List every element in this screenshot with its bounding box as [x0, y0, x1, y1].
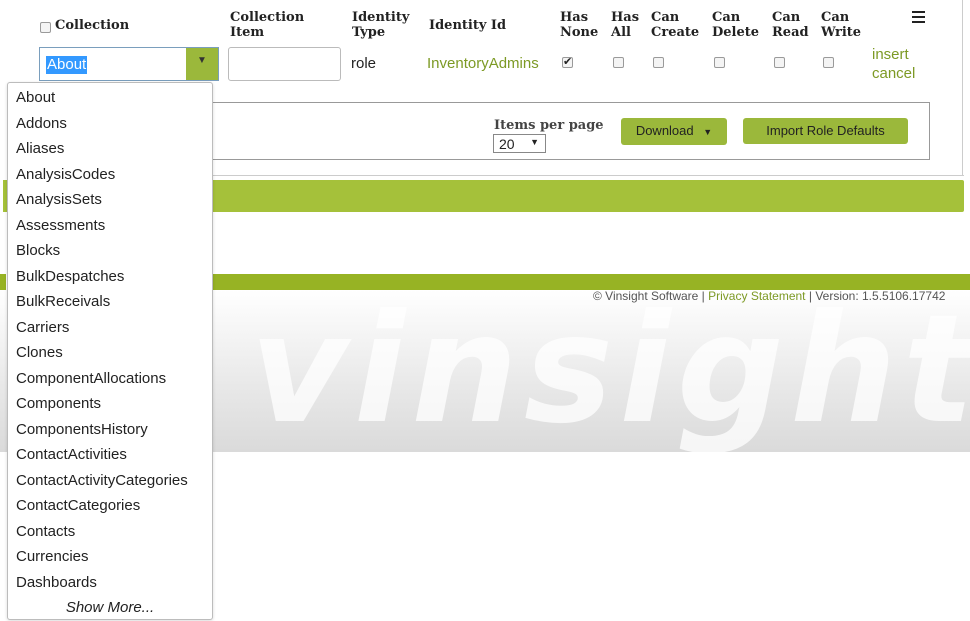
dropdown-item[interactable]: Dashboards — [16, 574, 97, 592]
can-read-checkbox[interactable] — [774, 57, 785, 68]
dropdown-item[interactable]: Clones — [16, 344, 63, 362]
header-has-all: Has All — [611, 10, 640, 40]
dropdown-item[interactable]: Contacts — [16, 523, 75, 541]
collection-combobox-value[interactable]: About — [46, 56, 88, 74]
dropdown-item[interactable]: ComponentAllocations — [16, 370, 166, 388]
caret-down-icon: ▼ — [197, 55, 207, 66]
header-can-create: Can Create — [651, 10, 700, 40]
collection-dropdown-list: About Addons Aliases AnalysisCodes Analy… — [7, 82, 213, 620]
collection-dropdown-button[interactable]: ▼ — [186, 48, 218, 80]
dropdown-item[interactable]: Blocks — [16, 242, 60, 260]
can-write-checkbox[interactable] — [823, 57, 834, 68]
grid-border-right — [962, 0, 963, 176]
privacy-statement-link[interactable]: Privacy Statement — [708, 289, 805, 303]
items-per-page-label: Items per page — [494, 118, 604, 133]
header-identity-id: Identity Id — [429, 18, 507, 33]
dropdown-item[interactable]: ContactActivityCategories — [16, 472, 188, 490]
caret-down-icon: ▼ — [530, 137, 539, 147]
can-create-checkbox[interactable] — [653, 57, 664, 68]
footer-band-left — [0, 274, 6, 290]
header-can-delete: Can Delete — [712, 10, 760, 40]
dropdown-item[interactable]: Assessments — [16, 217, 105, 235]
dropdown-item[interactable]: Components — [16, 395, 101, 413]
footer-separator: | — [805, 289, 816, 303]
collection-item-input[interactable] — [228, 47, 341, 81]
header-collection-item: Collection Item — [230, 10, 305, 40]
dropdown-item[interactable]: Currencies — [16, 548, 89, 566]
can-delete-checkbox[interactable] — [714, 57, 725, 68]
dropdown-item[interactable]: About — [16, 89, 55, 107]
footer-text: © Vinsight Software | Privacy Statement … — [593, 289, 945, 303]
insert-link[interactable]: insert — [872, 46, 909, 63]
dropdown-item[interactable]: AnalysisCodes — [16, 166, 115, 184]
items-per-page-value: 20 — [499, 136, 515, 152]
header-identity-type: Identity Type — [352, 10, 410, 40]
select-all-checkbox[interactable] — [40, 22, 51, 33]
header-has-none: Has None — [560, 10, 599, 40]
grid-border-bottom — [212, 175, 964, 176]
dropdown-item[interactable]: Carriers — [16, 319, 69, 337]
identity-type-value: role — [351, 55, 377, 72]
show-more-link[interactable]: Show More... — [8, 599, 212, 616]
download-button-label: Download — [635, 123, 694, 138]
copyright-text: © Vinsight Software — [593, 289, 699, 303]
grid-footer-bar — [212, 180, 964, 212]
dropdown-item[interactable]: ComponentsHistory — [16, 421, 148, 439]
header-collection: Collection — [55, 18, 130, 33]
hamburger-menu-icon[interactable] — [912, 11, 925, 23]
footer-separator: | — [698, 289, 709, 303]
dropdown-item[interactable]: AnalysisSets — [16, 191, 102, 209]
download-button[interactable]: Download ▼ — [621, 118, 727, 145]
collection-combobox[interactable]: About ▼ — [39, 47, 219, 81]
version-text: Version: 1.5.5106.17742 — [815, 289, 946, 303]
identity-id-value: InventoryAdmins — [427, 55, 539, 72]
dropdown-item[interactable]: Aliases — [16, 140, 64, 158]
dropdown-item[interactable]: ContactCategories — [16, 497, 140, 515]
header-can-write: Can Write — [821, 10, 862, 40]
items-per-page-select[interactable]: 20 ▼ — [493, 134, 546, 153]
footer-band — [212, 274, 970, 290]
dropdown-item[interactable]: BulkDespatches — [16, 268, 124, 286]
dropdown-item[interactable]: BulkReceivals — [16, 293, 110, 311]
has-all-checkbox[interactable] — [613, 57, 624, 68]
import-role-defaults-button[interactable]: Import Role Defaults — [743, 118, 908, 144]
header-can-read: Can Read — [772, 10, 809, 40]
dropdown-item[interactable]: Addons — [16, 115, 67, 133]
caret-down-icon: ▼ — [703, 127, 713, 137]
has-none-checkbox[interactable] — [562, 55, 573, 68]
cancel-link[interactable]: cancel — [872, 65, 915, 82]
watermark-logo: vinsight vin — [250, 290, 970, 452]
dropdown-item[interactable]: ContactActivities — [16, 446, 127, 464]
